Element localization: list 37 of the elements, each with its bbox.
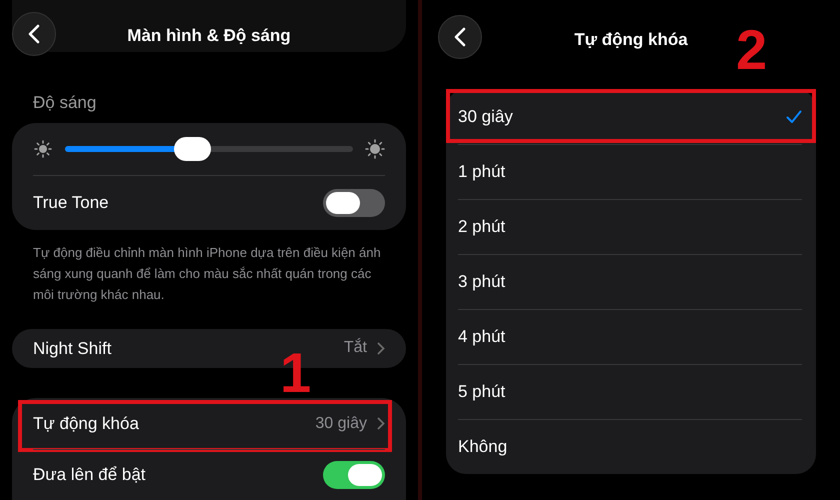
row-label: True Tone [33, 192, 109, 214]
brightness-slider[interactable] [65, 136, 353, 160]
option-label: Không [458, 436, 508, 458]
option-label: 4 phút [458, 326, 506, 348]
toggle-switch[interactable] [323, 461, 385, 489]
option-row[interactable]: 5 phút [458, 364, 802, 419]
back-button[interactable] [438, 15, 482, 59]
row-label: Night Shift [33, 338, 112, 360]
option-row[interactable]: 30 giây [458, 89, 802, 144]
option-row[interactable]: 3 phút [458, 254, 802, 309]
chevron-right-icon [377, 417, 385, 430]
option-row[interactable]: 2 phút [458, 199, 802, 254]
option-label: 1 phút [458, 161, 506, 184]
chevron-right-icon [377, 342, 385, 355]
caption-text: Tự động điều chỉnh màn hình iPhone dựa trên điều kiện ánh sáng xung quanh để làm cho màu sắc nhất quán trong các môi trường khác nhau. [33, 244, 382, 304]
chevron-left-icon [28, 24, 40, 44]
sun-icon [33, 138, 53, 158]
chevron-left-icon [454, 27, 466, 47]
checkmark-icon [786, 110, 802, 124]
option-label: 30 giây [458, 106, 513, 128]
screen-title: Màn hình & Độ sáng [127, 25, 291, 47]
sun-icon [365, 138, 385, 158]
row-label: Đưa lên để bật [33, 464, 146, 486]
row-value: 30 giây [315, 414, 367, 434]
option-row[interactable]: Không [458, 419, 802, 474]
toggle-switch[interactable] [323, 188, 385, 216]
row-value: Tắt [344, 337, 367, 358]
option-label: 3 phút [458, 271, 506, 294]
row-label: Tự động khóa [33, 412, 139, 435]
option-label: 2 phút [458, 216, 506, 238]
option-row[interactable]: 4 phút [458, 309, 802, 364]
option-row[interactable]: 1 phút [458, 144, 802, 199]
annotation-number: 2 [736, 22, 768, 78]
option-label: 5 phút [458, 381, 506, 404]
slider-thumb[interactable] [174, 136, 211, 160]
screen-title: Tự động khóa [574, 29, 688, 51]
section-heading: Độ sáng [33, 92, 98, 114]
